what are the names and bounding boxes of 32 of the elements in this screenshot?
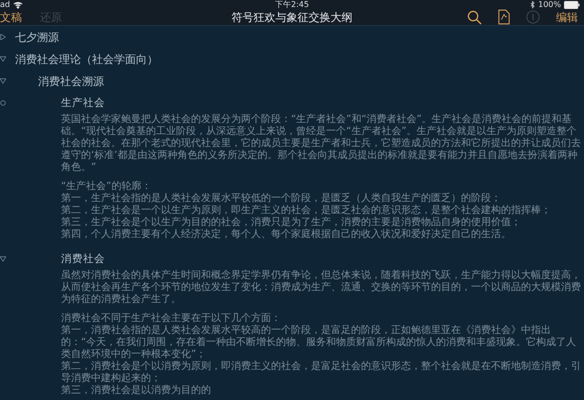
- outline-item[interactable]: 消费社会溯源: [38, 74, 104, 88]
- note-text: 第三，生产社会是个以生产为目的的社会，消费只是为了生产，消费的主要是消费物品自身的使用价值；: [61, 217, 522, 228]
- bullet-icon: [0, 100, 6, 106]
- note-text: 第一，生产社会指的是人类社会发展水平较低的一个阶段，是匮乏（人类自我生产的匮乏）的阶段；: [61, 193, 502, 204]
- note-text: 消费社会不同于生产社会主要在于以下几个方面：: [61, 313, 282, 324]
- document-title: 符号狂欢与象征交换大纲: [232, 10, 352, 24]
- outline-item[interactable]: 生产社会: [61, 96, 105, 110]
- note-text: 第四，个人消费主要有个人经济决定，每个人、每个家庭根据自己的收入状况和爱好决定自己的生活。: [61, 229, 512, 241]
- status-time: 下午2:45: [275, 0, 309, 10]
- battery-icon: [564, 0, 580, 8]
- edit-button[interactable]: 编辑: [556, 10, 578, 24]
- note-text: 第二，消费社会是个以消费为原则，即消费主义的社会，是富足社会的意识形态，整个社会就是在不断地制造消费，引导消费中建构起来的；: [61, 361, 582, 384]
- back-button[interactable]: 文稿: [0, 10, 22, 24]
- note-text: 第二，生产社会是一个以生产为原则，即生产主义的社会，是匮乏社会的意识形态，是整个社会建构的指挥棒；: [61, 205, 552, 216]
- note-text: 第一，消费社会指的是人类社会发展水平较高的一个阶段，是富足的阶段，正如鲍德里亚在《消费社会》中指出的：“今天，在我们周围，存在着一种由不断增长的物、服务和物质财富所构成的惊人的消费和丰盛现象。它构成了人类自然环境中的一种根本变化”；: [61, 325, 578, 360]
- outline-item[interactable]: 七夕溯源: [15, 30, 59, 44]
- note-text: “生产社会”的轮廓：: [61, 181, 152, 192]
- note-text: 第三，消费社会是以消费为目的的: [61, 385, 212, 397]
- outline-item[interactable]: 消费社会: [61, 252, 105, 266]
- device-name: ad: [0, 0, 10, 9]
- wifi-icon: [12, 0, 23, 8]
- disclosure-triangle-icon[interactable]: [0, 256, 6, 262]
- bluetooth-icon: [530, 0, 536, 8]
- note-text: 虽然对消费社会的具体产生时间和概念界定学界仍有争论，但总体来说，随着科技的飞跃，生产能力得以大幅度提高，从而使社会再生产各个环节的地位发生了变化：消费成为生产、流通、交换的等环节的目的，一个以商品的大规模消费为特征的消费社会产生了。: [61, 270, 582, 306]
- disclosure-triangle-icon[interactable]: [0, 56, 6, 62]
- search-icon[interactable]: [467, 10, 482, 24]
- outline-item[interactable]: 消费社会理论（社会学面向）: [15, 52, 158, 66]
- document-icon[interactable]: [498, 9, 510, 25]
- battery-percent: 100%: [538, 0, 561, 9]
- disclosure-triangle-icon[interactable]: [0, 78, 6, 84]
- disclosure-triangle-icon[interactable]: [0, 34, 6, 40]
- note-text: 英国社会学家鲍曼把人类社会的发展分为两个阶段：“生产者社会”和“消费者社会”。生产社会是消费社会的前提和基础。“现代社会奠基的工业阶段，从深远意义上来说，曾经是一个“生产者社会”。生产社会就是以生产为原则塑造整个社会的社会。在那个老式的现代社会里，它的成员主要是生产者和士兵，它塑造成员的方法和它所提出的并让成员们去遵守的‘标准’都是由这两种角色的义务所决定的。那个社会向其成员提出的标准就是要有能力并且自愿地去扮演着两种角色。”: [61, 114, 582, 174]
